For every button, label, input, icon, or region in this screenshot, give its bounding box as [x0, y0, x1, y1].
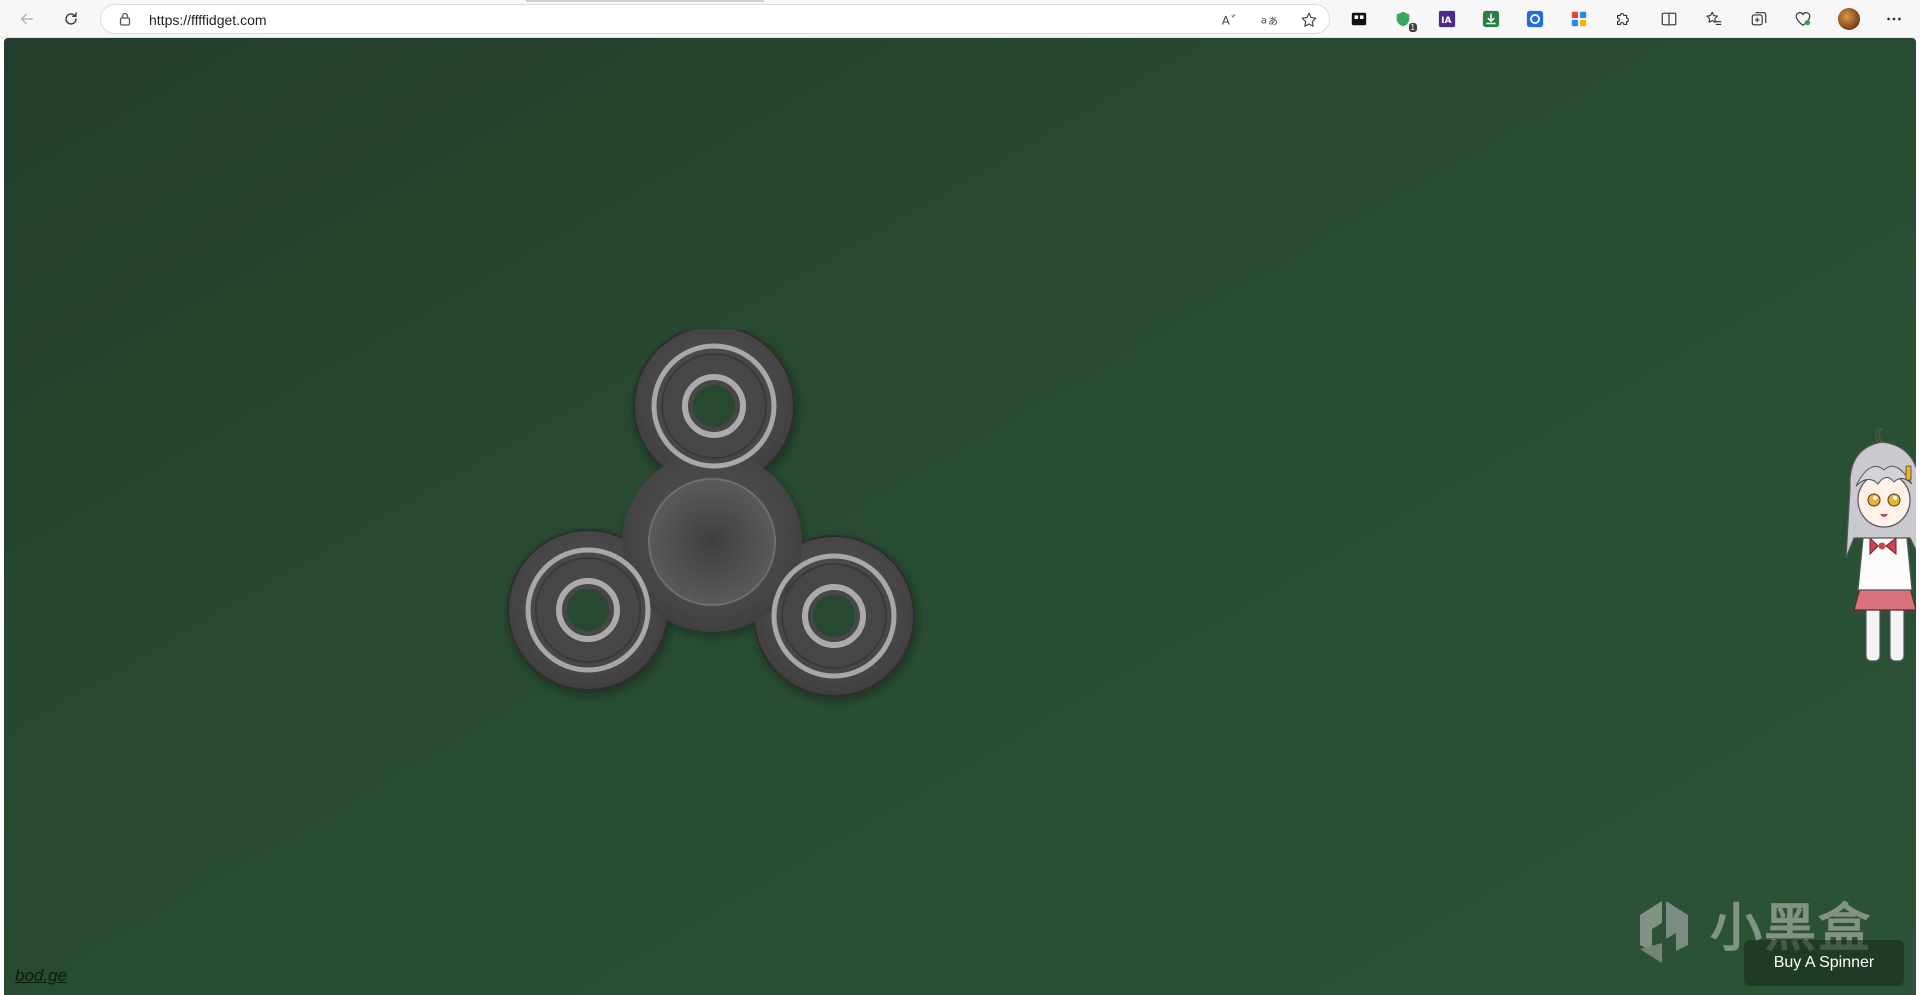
add-favorite-button[interactable] [1298, 9, 1320, 31]
translate-icon: aあ [1261, 16, 1278, 28]
more-dots-icon [1887, 17, 1901, 21]
favorites-icon[interactable] [1704, 9, 1724, 29]
read-aloud-button[interactable]: A [1218, 9, 1240, 31]
mascot-character[interactable] [1840, 428, 1916, 668]
heart-pulse-icon[interactable] [1793, 9, 1813, 29]
ia-extension-icon[interactable]: IA [1437, 9, 1457, 29]
fidget-spinner[interactable] [504, 330, 924, 750]
lock-icon [119, 12, 131, 26]
buy-a-spinner-button[interactable]: Buy A Spinner [1744, 940, 1904, 986]
refresh-button[interactable] [58, 6, 84, 32]
svg-text:IA: IA [1441, 16, 1451, 26]
svg-text:A: A [1222, 14, 1230, 28]
url-text[interactable]: https://ffffidget.com [149, 11, 267, 29]
refresh-icon [65, 12, 77, 25]
split-screen-icon[interactable] [1659, 9, 1679, 29]
svg-text:あ: あ [1268, 16, 1278, 28]
grid-extension-icon[interactable] [1569, 9, 1589, 29]
shield-extension-icon[interactable]: 1 [1393, 9, 1417, 32]
back-button[interactable] [14, 6, 40, 32]
download-extension-icon[interactable] [1481, 9, 1501, 29]
center-cap [648, 478, 776, 606]
star-icon [1301, 12, 1317, 27]
settings-more-button[interactable] [1884, 9, 1904, 29]
bearing-right [771, 553, 897, 679]
collections-icon[interactable] [1749, 9, 1769, 29]
address-bar[interactable]: https://ffffidget.com A aあ [100, 4, 1330, 34]
profile-avatar[interactable] [1838, 8, 1860, 30]
tab-indicator [526, 0, 764, 2]
page-viewport: 小黑盒 Buy A Spinner bod.ge [4, 38, 1916, 995]
extension-badge: 1 [1408, 23, 1417, 32]
bearing-left [525, 547, 651, 673]
svg-text:a: a [1261, 16, 1267, 27]
blue-square-extension-icon[interactable] [1525, 9, 1545, 29]
browser-toolbar: https://ffffidget.com A aあ 1 IA [0, 0, 1920, 38]
bodge-footer-link[interactable]: bod.ge [15, 966, 67, 986]
translate-button[interactable]: aあ [1258, 9, 1280, 31]
black-cube-extension-icon[interactable] [1349, 9, 1369, 29]
puzzle-extensions-icon[interactable] [1613, 9, 1633, 29]
read-aloud-icon: A [1222, 14, 1236, 28]
bearing-top [651, 343, 777, 469]
xiaoheihe-logo-icon [1640, 901, 1688, 963]
back-arrow-icon [20, 13, 34, 25]
